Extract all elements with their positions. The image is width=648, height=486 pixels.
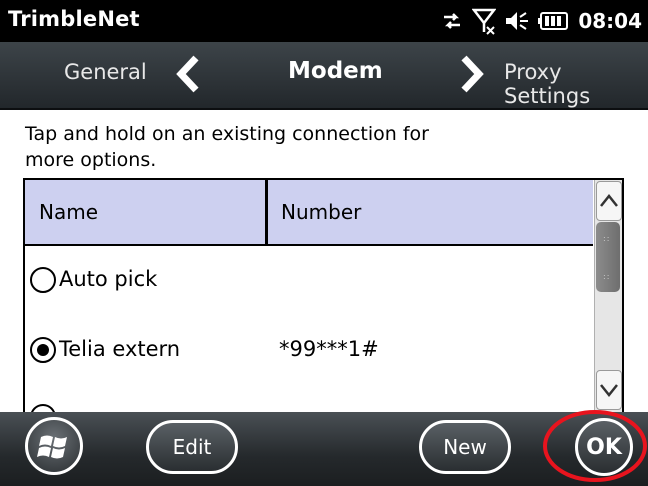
status-bar: TrimbleNet 08:04 <box>0 0 648 42</box>
radio-button-selected[interactable] <box>30 337 56 363</box>
tab-modem[interactable]: Modem <box>288 58 383 84</box>
table-header: Name Number <box>25 180 593 246</box>
tab-navigation: General Modem Proxy Settings <box>0 42 648 110</box>
start-button[interactable] <box>25 417 83 475</box>
radio-button[interactable] <box>30 267 56 293</box>
tab-proxy-settings[interactable]: Proxy Settings <box>504 60 648 108</box>
scrollbar[interactable]: :: :: <box>594 180 622 412</box>
softkey-bar <box>0 412 648 486</box>
grip-icon: :: <box>603 234 611 243</box>
table-row[interactable]: Auto pick <box>25 246 593 316</box>
connection-name: Telia extern <box>59 337 181 361</box>
chevron-right-icon[interactable] <box>458 54 486 94</box>
tab-general[interactable]: General <box>64 60 147 84</box>
scroll-up-button[interactable] <box>596 181 622 221</box>
connection-number: *99***1# <box>279 337 379 361</box>
column-header-name[interactable]: Name <box>39 200 98 224</box>
windows-logo-icon <box>37 435 67 459</box>
status-icons: 08:04 <box>440 6 642 36</box>
column-header-number[interactable]: Number <box>281 200 361 224</box>
battery-icon[interactable] <box>538 10 570 32</box>
instructions-text: Tap and hold on an existing connection f… <box>25 123 429 171</box>
scroll-thumb[interactable]: :: :: <box>596 222 620 292</box>
grip-icon: :: <box>603 272 611 281</box>
table-row-partial[interactable] <box>25 386 593 412</box>
edit-button[interactable]: Edit <box>146 420 238 474</box>
connections-table: Name Number Auto pick Telia extern *99**… <box>23 178 624 414</box>
no-signal-icon[interactable] <box>472 7 497 35</box>
chevron-up-icon <box>600 193 618 207</box>
app-title: TrimbleNet <box>8 7 140 31</box>
chevron-left-icon[interactable] <box>174 54 202 94</box>
connection-name: Auto pick <box>59 267 158 291</box>
table-row[interactable]: Telia extern *99***1# <box>25 316 593 386</box>
clock[interactable]: 08:04 <box>578 9 642 33</box>
speaker-icon[interactable] <box>504 9 530 33</box>
column-divider[interactable] <box>265 180 268 244</box>
data-sync-icon[interactable] <box>440 9 464 33</box>
ok-button[interactable]: OK <box>575 418 633 476</box>
scroll-down-button[interactable] <box>596 370 622 410</box>
new-button[interactable]: New <box>419 420 511 474</box>
chevron-down-icon <box>600 384 618 398</box>
